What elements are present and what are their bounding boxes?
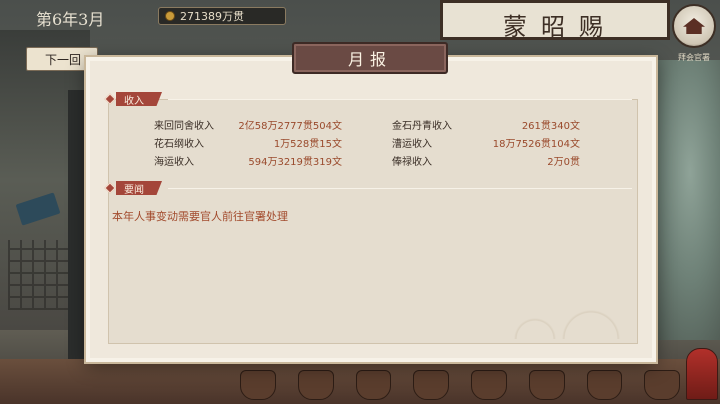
signboard-text: 蒙昭赐: [503, 13, 617, 41]
income-value: 1万528贯15文: [273, 139, 342, 150]
building-icon[interactable]: [413, 370, 449, 400]
news-item: 本年人事变动需要官人前往官署处理: [112, 210, 288, 223]
building-icon[interactable]: [297, 370, 334, 400]
income-value: 18万7526贯104文: [492, 139, 580, 150]
income-value: 594万3219贯319文: [248, 157, 342, 168]
coin-icon: [165, 11, 175, 21]
income-label: 俸禄收入: [392, 157, 432, 168]
avatar-caption: 拜会官署: [678, 53, 710, 62]
background-pole: [68, 90, 84, 390]
diamond-icon: [104, 182, 116, 194]
income-section-header: 收入: [104, 92, 162, 106]
income-label: 来回同舍收入: [154, 121, 214, 132]
building-icon: [683, 18, 705, 34]
background-tree: [645, 60, 720, 340]
background-signboard: 蒙昭赐: [440, 0, 670, 41]
building-icon[interactable]: [586, 370, 623, 400]
building-icon[interactable]: [644, 370, 680, 400]
bottom-building-bar: [240, 370, 680, 400]
diamond-icon: [104, 93, 116, 105]
income-label: 花石纲收入: [154, 139, 204, 150]
wave-decoration: [493, 279, 633, 339]
divider: [168, 188, 632, 189]
money-display: 271389万贯: [158, 7, 286, 25]
income-label: 海运收入: [154, 157, 194, 168]
game-date: 第6年3月: [36, 10, 105, 29]
office-avatar-button[interactable]: [672, 4, 716, 48]
building-icon[interactable]: [240, 370, 276, 400]
income-label: 金石丹青收入: [392, 121, 452, 132]
building-icon[interactable]: [471, 370, 507, 400]
right-menu-button[interactable]: [686, 348, 718, 400]
income-header-label: 收入: [116, 92, 162, 106]
income-value: 2亿58万2777贯504文: [238, 121, 342, 132]
income-label: 漕运收入: [392, 139, 432, 150]
income-value: 2万0贯: [547, 157, 580, 168]
news-header-label: 要闻: [116, 181, 162, 195]
divider: [168, 99, 632, 100]
income-value: 261贯340文: [521, 121, 580, 132]
building-icon[interactable]: [528, 370, 565, 400]
modal-title: 月报: [292, 42, 448, 74]
building-icon[interactable]: [355, 370, 392, 400]
money-amount: 271389万贯: [180, 10, 244, 23]
news-section-header: 要闻: [104, 181, 162, 195]
